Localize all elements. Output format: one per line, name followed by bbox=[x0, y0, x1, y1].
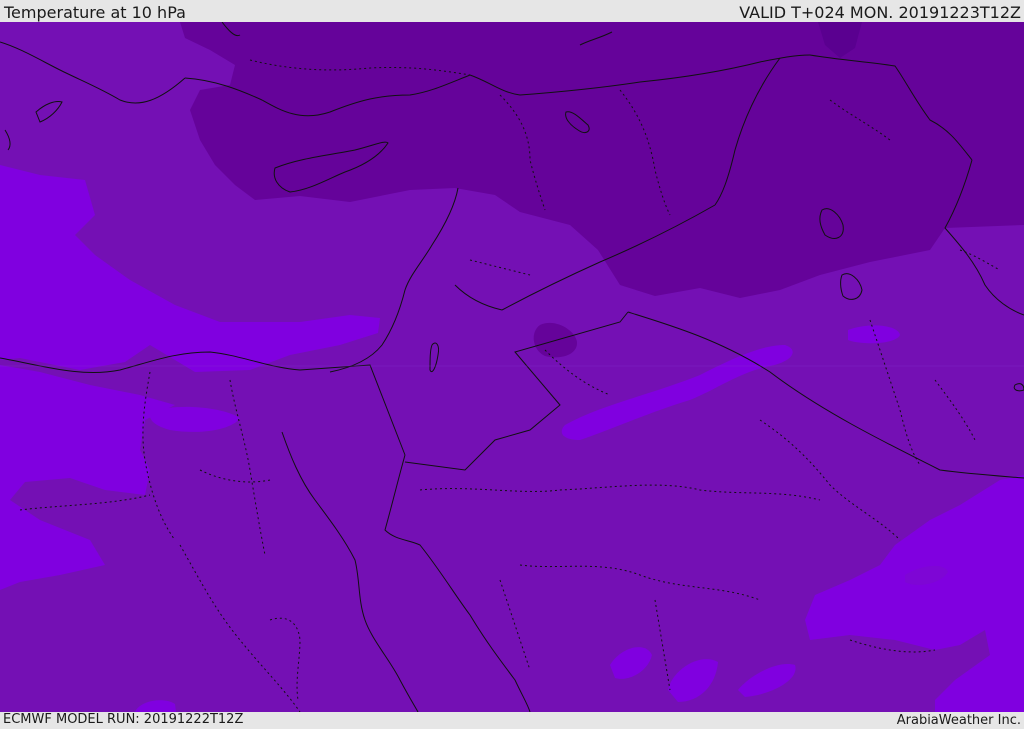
credit-label: ArabiaWeather Inc. bbox=[896, 713, 1021, 728]
valid-time: VALID T+024 MON. 20191223T12Z bbox=[739, 3, 1021, 22]
weather-map[interactable] bbox=[0, 22, 1024, 712]
model-run-label: ECMWF MODEL RUN: 20191222T12Z bbox=[3, 712, 244, 727]
map-canvas bbox=[0, 22, 1024, 712]
footer-bar: ECMWF MODEL RUN: 20191222T12Z ArabiaWeat… bbox=[0, 712, 1024, 729]
header-bar: Temperature at 10 hPa VALID T+024 MON. 2… bbox=[0, 0, 1024, 22]
map-title: Temperature at 10 hPa bbox=[4, 3, 186, 22]
